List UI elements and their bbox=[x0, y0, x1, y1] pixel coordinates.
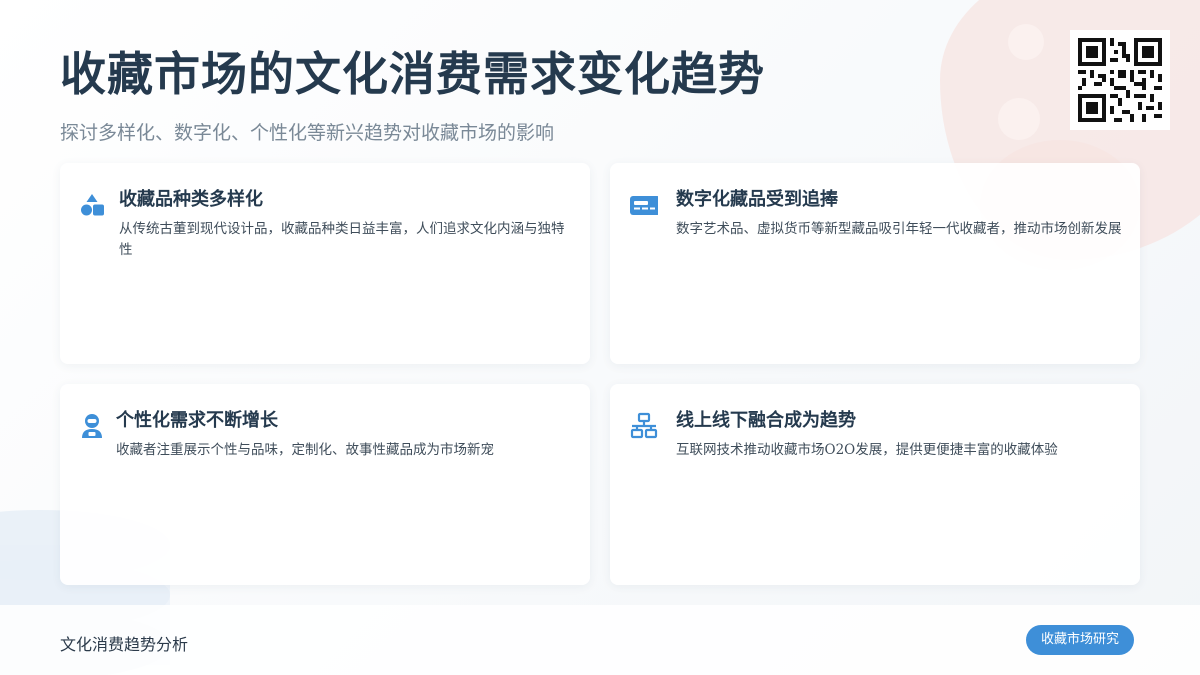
id-card-icon bbox=[630, 191, 658, 219]
page-subtitle: 探讨多样化、数字化、个性化等新兴趋势对收藏市场的影响 bbox=[60, 122, 555, 144]
topic-badge: 收藏市场研究 bbox=[1026, 625, 1135, 655]
card-description: 数字艺术品、虚拟货币等新型藏品吸引年轻一代收藏者，推动市场创新发展 bbox=[676, 221, 1122, 237]
trend-card-personalization: 个性化需求不断增长 收藏者注重展示个性与品味，定制化、故事性藏品成为市场新宠 bbox=[60, 384, 590, 585]
card-title: 线上线下融合成为趋势 bbox=[676, 410, 856, 431]
card-title: 收藏品种类多样化 bbox=[119, 189, 263, 210]
decorative-dot bbox=[1008, 24, 1044, 60]
footer-bar: 文化消费趋势分析 收藏市场研究 bbox=[0, 605, 1200, 675]
robot-icon bbox=[78, 412, 106, 440]
card-title: 个性化需求不断增长 bbox=[116, 410, 278, 431]
card-description: 互联网技术推动收藏市场O2O发展，提供更便捷丰富的收藏体验 bbox=[676, 442, 1058, 458]
qr-code-icon bbox=[1070, 30, 1170, 130]
shapes-icon bbox=[78, 191, 106, 219]
decorative-dot bbox=[998, 98, 1040, 140]
trend-card-diversification: 收藏品种类多样化 从传统古董到现代设计品，收藏品种类日益丰富，人们追求文化内涵与… bbox=[60, 163, 590, 364]
network-icon bbox=[630, 412, 658, 440]
card-description: 从传统古董到现代设计品，收藏品种类日益丰富，人们追求文化内涵与独特性 bbox=[119, 221, 565, 258]
footer-caption: 文化消费趋势分析 bbox=[60, 635, 189, 654]
card-title: 数字化藏品受到追捧 bbox=[676, 189, 838, 210]
trend-card-o2o: 线上线下融合成为趋势 互联网技术推动收藏市场O2O发展，提供更便捷丰富的收藏体验 bbox=[610, 384, 1140, 585]
card-description: 收藏者注重展示个性与品味，定制化、故事性藏品成为市场新宠 bbox=[116, 442, 494, 458]
page-title: 收藏市场的文化消费需求变化趋势 bbox=[60, 47, 765, 101]
trend-card-digital: 数字化藏品受到追捧 数字艺术品、虚拟货币等新型藏品吸引年轻一代收藏者，推动市场创… bbox=[610, 163, 1140, 364]
